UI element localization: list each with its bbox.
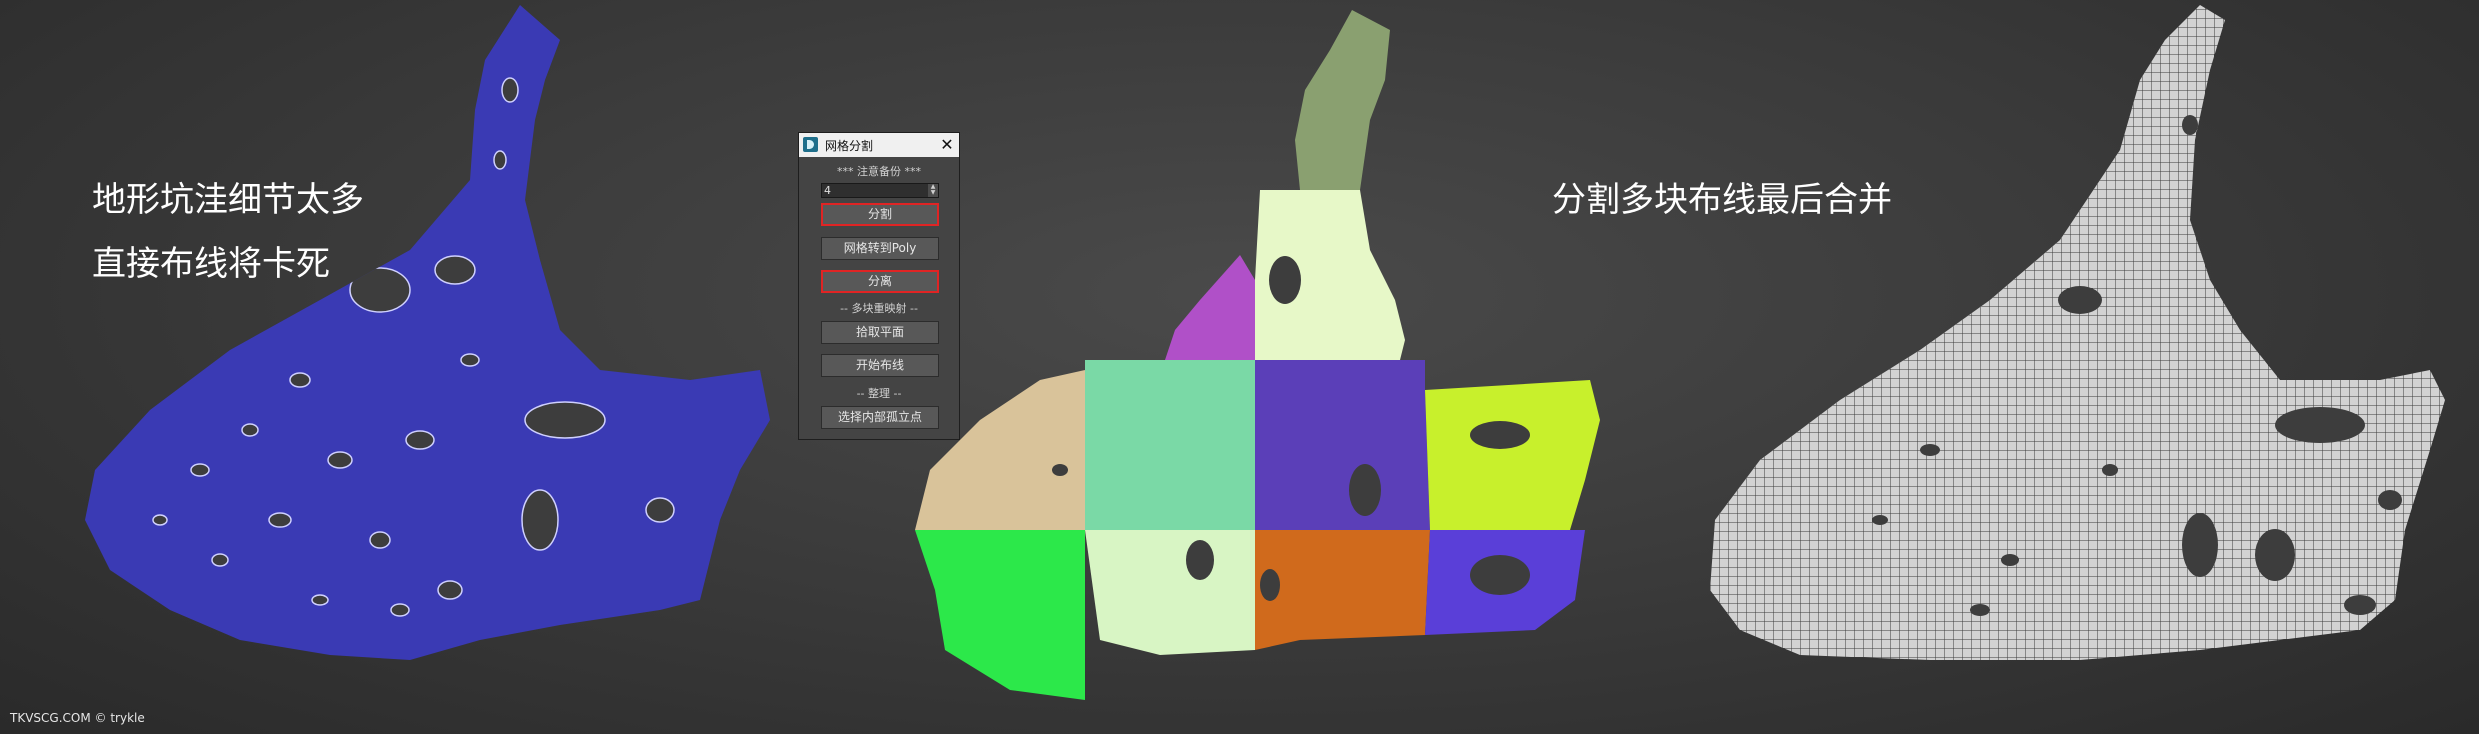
caption-left-line2: 直接布线将卡死: [92, 244, 330, 284]
extract-plane-button[interactable]: 拾取平面: [821, 321, 939, 344]
watermark: TKVSCG.COM © trykle: [10, 711, 145, 725]
app-logo-icon: [803, 137, 818, 152]
dialog-title: 网格分割: [825, 139, 874, 153]
tile-lime: [1425, 380, 1600, 530]
tile-green: [915, 530, 1085, 700]
tile-mint: [1085, 360, 1255, 530]
close-icon[interactable]: ✕: [937, 135, 957, 155]
tile-indigo: [1255, 360, 1430, 530]
spinner-arrows-icon[interactable]: ▲ ▼: [928, 184, 938, 197]
tile-left-purple: [1165, 255, 1255, 360]
tile-pale-green: [1085, 530, 1255, 655]
section-multi-map-label: -- 多块重映射 --: [840, 302, 918, 315]
tile-orange: [1255, 530, 1430, 650]
right-grid-mesh: [1710, 5, 2445, 660]
dialog-titlebar[interactable]: 网格分割 ✕: [799, 133, 959, 157]
detach-button[interactable]: 分离: [821, 270, 939, 293]
select-isolated-vertices-button[interactable]: 选择内部孤立点: [821, 406, 939, 429]
mesh-to-poly-button[interactable]: 网格转到Poly: [821, 237, 939, 260]
left-terrain-mesh: [85, 5, 2445, 700]
mesh-split-dialog: 网格分割 ✕ *** 注意备份 *** 4 ▲ ▼ 分割 网格转到Poly 分离 …: [798, 132, 960, 440]
middle-split-tiles: [915, 10, 1600, 700]
tile-top-sage: [1295, 10, 1390, 190]
split-count-value: 4: [824, 184, 831, 197]
left-mesh-fill: [85, 5, 770, 660]
split-button[interactable]: 分割: [821, 203, 939, 226]
section-backup-label: *** 注意备份 ***: [837, 165, 921, 178]
split-count-spinner[interactable]: 4 ▲ ▼: [821, 183, 939, 198]
caption-right: 分割多块布线最后合并: [1552, 180, 1892, 220]
caption-left-line1: 地形坑洼细节太多: [92, 180, 364, 220]
section-cleanup-label: -- 整理 --: [856, 387, 902, 400]
start-retopo-button[interactable]: 开始布线: [821, 354, 939, 377]
